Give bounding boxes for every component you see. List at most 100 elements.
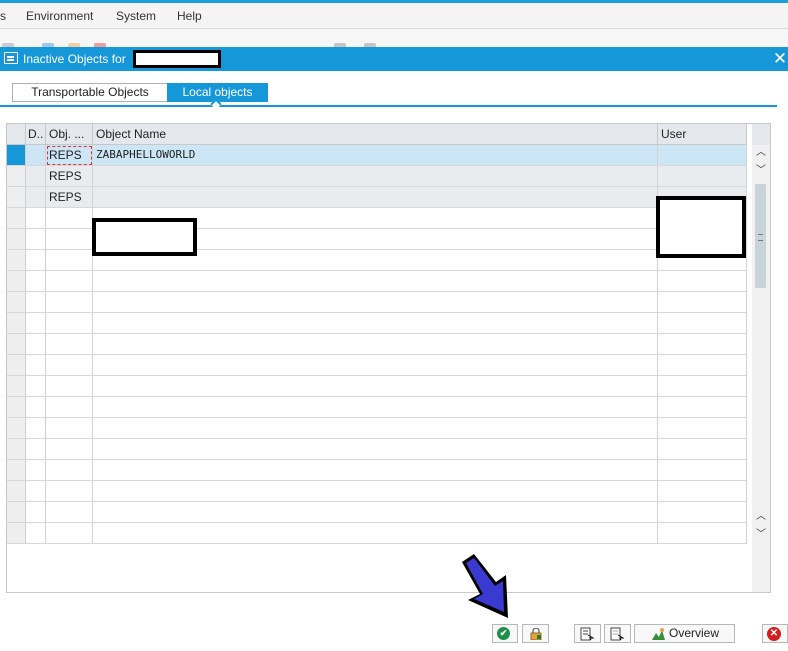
cell-d[interactable] (26, 271, 46, 292)
cell-user[interactable] (658, 397, 747, 418)
cell-user[interactable] (658, 439, 747, 460)
cell-object-name[interactable] (93, 271, 658, 292)
cancel-button[interactable]: ✕ (762, 624, 788, 643)
cell-object-name[interactable] (93, 397, 658, 418)
deselect-button[interactable] (604, 624, 631, 643)
cell-d[interactable] (26, 523, 46, 544)
table-row[interactable] (7, 397, 747, 418)
row-selector[interactable] (7, 208, 26, 229)
cell-d[interactable] (26, 502, 46, 523)
select-all-button[interactable] (574, 624, 601, 643)
cell-object-name[interactable]: ZABAPHELLOWORLD (93, 145, 658, 166)
close-icon[interactable]: ✕ (772, 50, 788, 68)
activate-button[interactable]: ✔ (492, 624, 518, 643)
cell-object-name[interactable] (93, 166, 658, 187)
cell-obj-type[interactable]: REPS (46, 187, 93, 208)
cell-obj-type[interactable] (46, 313, 93, 334)
row-selector[interactable] (7, 334, 26, 355)
row-selector[interactable] (7, 376, 26, 397)
table-row[interactable] (7, 523, 747, 544)
column-header-user[interactable]: User (658, 124, 747, 145)
cell-obj-type[interactable] (46, 334, 93, 355)
row-selector[interactable] (7, 523, 26, 544)
cell-object-name[interactable] (93, 313, 658, 334)
table-row[interactable] (7, 439, 747, 460)
column-header-d[interactable]: D.. (26, 124, 46, 145)
cell-object-name[interactable] (93, 334, 658, 355)
cell-object-name[interactable] (93, 355, 658, 376)
cell-user[interactable] (658, 418, 747, 439)
cell-user[interactable] (658, 481, 747, 502)
cell-object-name[interactable] (93, 523, 658, 544)
cell-d[interactable] (26, 397, 46, 418)
table-row[interactable] (7, 334, 747, 355)
row-selector[interactable] (7, 313, 26, 334)
cell-d[interactable] (26, 481, 46, 502)
menu-item-environment[interactable]: Environment (26, 9, 93, 23)
cell-obj-type[interactable] (46, 292, 93, 313)
cell-d[interactable] (26, 439, 46, 460)
select-all-header[interactable] (7, 124, 26, 145)
row-selector[interactable] (7, 355, 26, 376)
row-selector[interactable] (7, 271, 26, 292)
scroll-down-icon[interactable]: ﹀ (755, 528, 767, 542)
row-selector[interactable] (7, 397, 26, 418)
cell-obj-type[interactable] (46, 418, 93, 439)
table-row[interactable]: REPS ZABAPHELLOWORLD (7, 145, 747, 166)
row-selector[interactable] (7, 502, 26, 523)
row-selector[interactable] (7, 418, 26, 439)
table-row[interactable] (7, 271, 747, 292)
cell-object-name[interactable] (93, 439, 658, 460)
cell-obj-type[interactable] (46, 376, 93, 397)
scroll-up-icon[interactable]: ︿ (755, 510, 767, 524)
cell-obj-type[interactable] (46, 271, 93, 292)
table-row[interactable] (7, 502, 747, 523)
cell-object-name[interactable] (93, 376, 658, 397)
cell-obj-type[interactable] (46, 460, 93, 481)
cell-user[interactable] (658, 166, 747, 187)
cell-d[interactable] (26, 313, 46, 334)
cell-obj-type[interactable]: REPS (46, 166, 93, 187)
table-row[interactable] (7, 481, 747, 502)
scroll-down-icon[interactable]: ﹀ (755, 164, 767, 178)
cell-d[interactable] (26, 418, 46, 439)
table-row[interactable] (7, 376, 747, 397)
cell-d[interactable] (26, 250, 46, 271)
table-row[interactable] (7, 313, 747, 334)
cell-obj-type[interactable] (46, 502, 93, 523)
row-selector[interactable] (7, 229, 26, 250)
cell-obj-type[interactable] (46, 439, 93, 460)
cell-user[interactable] (658, 334, 747, 355)
cell-obj-type[interactable] (46, 229, 93, 250)
column-header-object-name[interactable]: Object Name (93, 124, 658, 145)
menu-item-system[interactable]: System (116, 9, 156, 23)
cell-object-name[interactable] (93, 292, 658, 313)
table-row[interactable]: REPS (7, 187, 747, 208)
cell-object-name[interactable] (93, 502, 658, 523)
cell-d[interactable] (26, 355, 46, 376)
cell-d[interactable] (26, 460, 46, 481)
cell-d[interactable] (26, 376, 46, 397)
table-row[interactable] (7, 460, 747, 481)
cell-user[interactable] (658, 460, 747, 481)
cell-object-name[interactable] (93, 460, 658, 481)
cell-user[interactable] (658, 502, 747, 523)
cell-obj-type[interactable] (46, 481, 93, 502)
vertical-scrollbar[interactable]: ︿ ﹀ ︿ ﹀ (752, 124, 770, 592)
row-selector[interactable] (7, 481, 26, 502)
cell-obj-type[interactable] (46, 355, 93, 376)
cell-object-name[interactable] (93, 418, 658, 439)
row-selector[interactable] (7, 250, 26, 271)
row-selector[interactable] (7, 439, 26, 460)
scroll-up-icon[interactable]: ︿ (755, 146, 767, 160)
cell-d[interactable] (26, 208, 46, 229)
cell-user[interactable] (658, 292, 747, 313)
row-selector[interactable] (7, 187, 26, 208)
cell-user[interactable] (658, 145, 747, 166)
cell-user[interactable] (658, 523, 747, 544)
table-row[interactable] (7, 292, 747, 313)
row-selector[interactable] (7, 460, 26, 481)
table-row[interactable] (7, 418, 747, 439)
table-row[interactable] (7, 355, 747, 376)
table-row[interactable]: REPS (7, 166, 747, 187)
